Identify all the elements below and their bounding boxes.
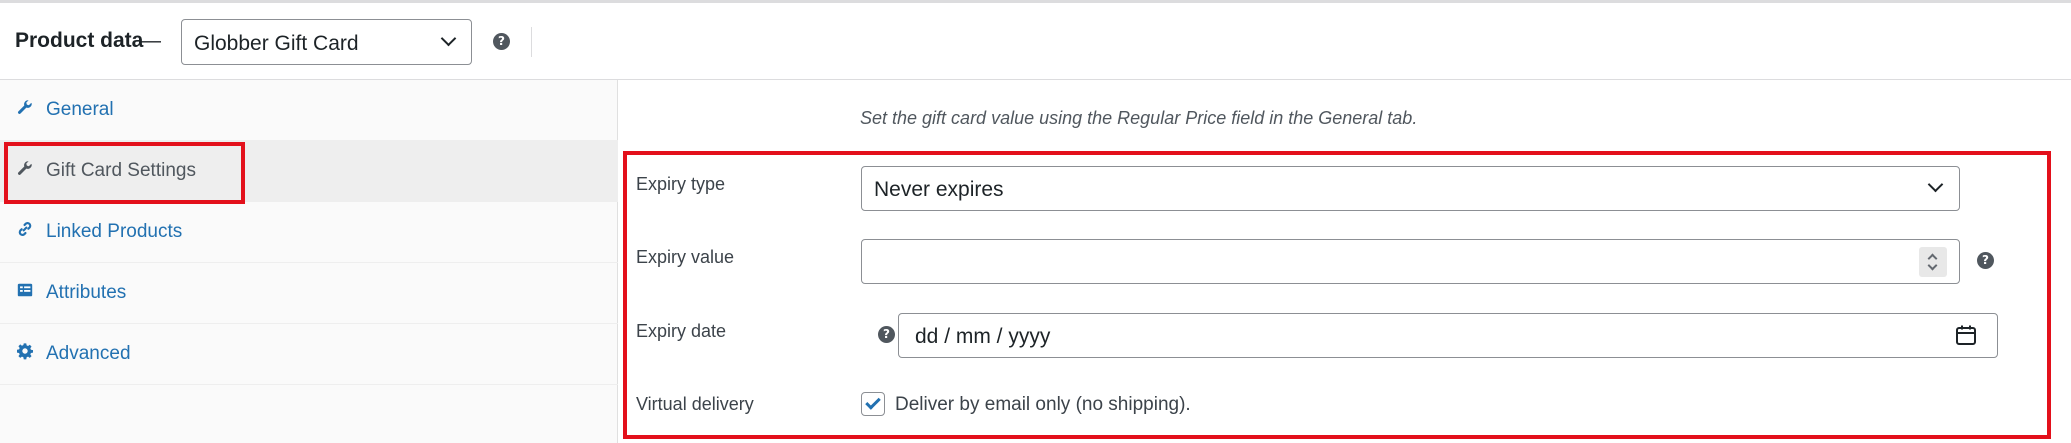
chevron-down-icon: [1927, 260, 1938, 271]
help-icon[interactable]: ?: [1977, 252, 1994, 269]
expiry-type-select[interactable]: Never expires: [861, 166, 1960, 211]
chevron-down-icon: [1927, 176, 1944, 193]
chevron-down-icon: [440, 30, 457, 47]
list-icon: [17, 283, 33, 297]
checkmark-icon: [865, 394, 881, 410]
tab-label: Advanced: [46, 343, 131, 364]
tab-label: General: [46, 99, 114, 120]
product-type-value: Globber Gift Card: [194, 32, 359, 55]
expiry-type-value: Never expires: [874, 178, 1004, 201]
link-icon: [18, 222, 32, 236]
tab-label: Attributes: [46, 282, 127, 303]
expiry-type-label: Expiry type: [636, 174, 726, 194]
virtual-delivery-checkbox-label[interactable]: Deliver by email only (no shipping).: [895, 394, 1191, 416]
header-separator: [531, 27, 532, 57]
number-spinner[interactable]: [1919, 247, 1947, 277]
tab-advanced[interactable]: Advanced: [0, 324, 618, 385]
gear-icon: [16, 343, 34, 360]
help-icon[interactable]: ?: [878, 326, 895, 343]
price-note: Set the gift card value using the Regula…: [860, 108, 1418, 128]
tab-label: Linked Products: [46, 221, 183, 242]
product-type-select[interactable]: Globber Gift Card: [181, 19, 472, 65]
tab-general[interactable]: General: [0, 80, 618, 141]
wrench-icon: [18, 100, 32, 114]
expiry-value-label: Expiry value: [636, 247, 735, 267]
highlight-box: [4, 142, 245, 204]
product-data-title: Product data: [15, 29, 144, 52]
expiry-date-label: Expiry date: [636, 321, 727, 341]
virtual-delivery-checkbox[interactable]: [861, 392, 885, 416]
product-data-tabs: General Gift Card Settings Linked Produc…: [0, 80, 618, 443]
title-dash: —: [140, 29, 161, 52]
tab-attributes[interactable]: Attributes: [0, 263, 618, 324]
calendar-icon[interactable]: [1955, 324, 1977, 346]
help-icon[interactable]: ?: [493, 33, 510, 50]
virtual-delivery-label: Virtual delivery: [636, 394, 754, 414]
product-data-header: Product data — Globber Gift Card ?: [0, 3, 2071, 80]
expiry-value-input[interactable]: [861, 239, 1960, 284]
date-placeholder: dd / mm / yyyy: [915, 325, 1051, 348]
expiry-date-input[interactable]: dd / mm / yyyy: [898, 313, 1998, 358]
tab-linked-products[interactable]: Linked Products: [0, 202, 618, 263]
